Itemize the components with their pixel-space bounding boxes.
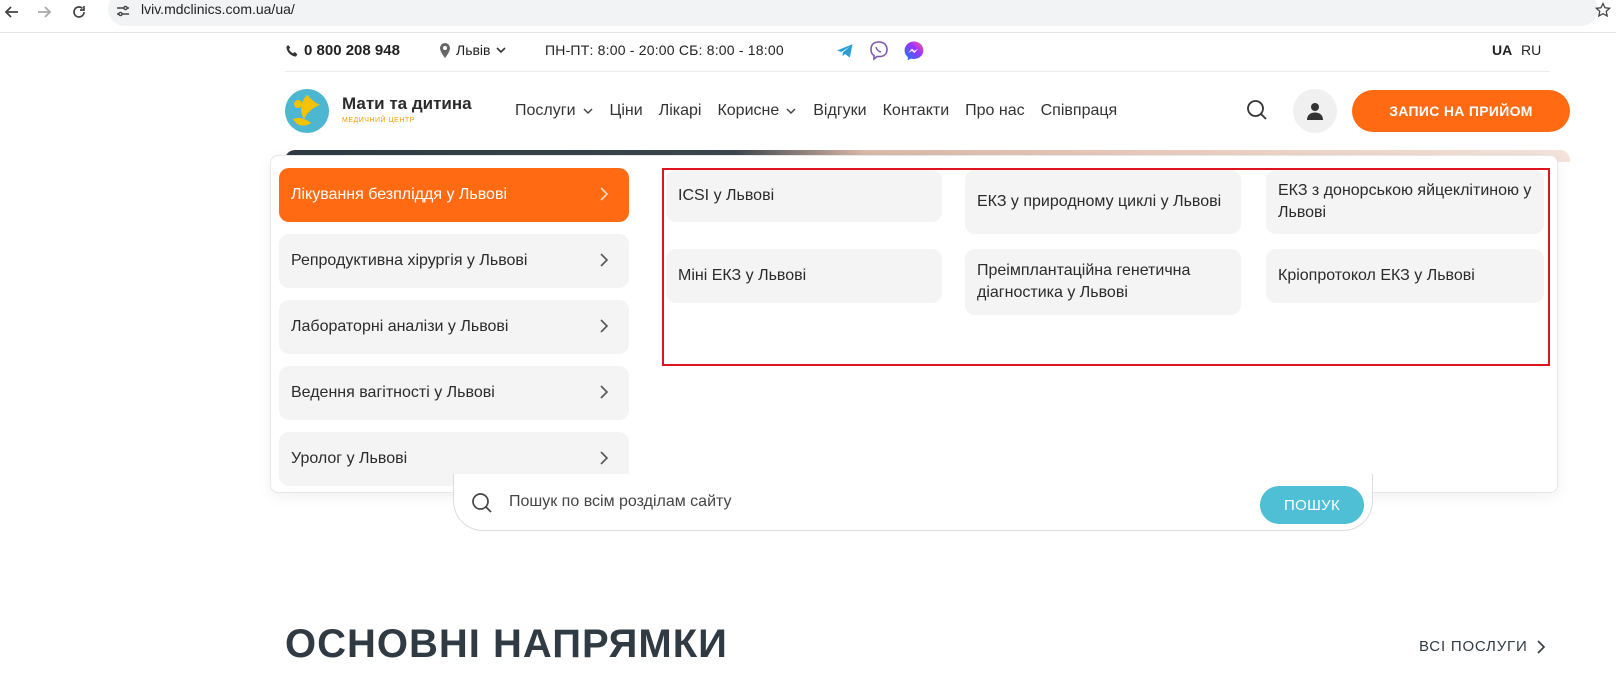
user-account-icon[interactable]: [1293, 89, 1337, 133]
menu-item-services[interactable]: Послуги: [515, 102, 594, 120]
category-lab-tests[interactable]: Лабораторні аналізи у Львові: [279, 300, 629, 354]
forward-arrow-icon[interactable]: [34, 2, 54, 22]
location-pin-icon: [440, 42, 450, 58]
messenger-icon[interactable]: [902, 39, 926, 63]
reload-icon[interactable]: [69, 2, 89, 22]
telegram-icon[interactable]: [833, 39, 857, 63]
menu-item-about[interactable]: Про нас: [965, 102, 1024, 120]
chevron-down-icon: [582, 108, 593, 115]
logo-icon[interactable]: [285, 89, 329, 133]
browser-toolbar: lviv.mdclinics.com.ua/ua/: [0, 0, 1616, 33]
chevron-right-icon: [595, 449, 613, 467]
chevron-right-icon: [595, 251, 613, 269]
phone-link[interactable]: 0 800 208 948: [285, 42, 400, 59]
highlight-frame: [662, 168, 1550, 366]
main-menu: Послуги Ціни Лікарі Корисне Відгуки Конт…: [515, 102, 1133, 120]
menu-item-useful[interactable]: Корисне: [717, 102, 797, 120]
menu-label: Відгуки: [813, 102, 867, 119]
book-appointment-button[interactable]: ЗАПИС НА ПРИЙОМ: [1352, 90, 1570, 132]
menu-label: Контакти: [882, 102, 950, 119]
site-info-icon[interactable]: [112, 0, 134, 22]
address-bar[interactable]: [108, 0, 1598, 26]
menu-item-cooperation[interactable]: Співпраця: [1041, 102, 1118, 120]
language-ru[interactable]: RU: [1521, 42, 1541, 58]
city-selector[interactable]: Львів: [439, 42, 507, 58]
menu-label: Співпраця: [1040, 102, 1118, 119]
menu-label: Корисне: [717, 102, 780, 119]
category-reproductive-surgery[interactable]: Репродуктивна хірургія у Львові: [279, 234, 629, 288]
category-pregnancy[interactable]: Ведення вагітності у Львові: [279, 366, 629, 420]
logo-title[interactable]: Мати та дитина: [342, 94, 472, 114]
search-icon[interactable]: [1235, 88, 1279, 132]
chevron-down-icon: [496, 47, 507, 54]
services-dropdown: Лікування безпліддя у Львові Репродуктив…: [270, 155, 1558, 493]
url-text[interactable]: lviv.mdclinics.com.ua/ua/: [141, 1, 295, 17]
phone-number: 0 800 208 948: [304, 42, 400, 59]
search-icon: [471, 492, 493, 514]
menu-label: Ціни: [609, 102, 643, 119]
menu-label: Послуги: [515, 102, 576, 119]
category-label: Репродуктивна хірургія у Львові: [291, 252, 528, 269]
chevron-right-icon: [1536, 639, 1545, 654]
chevron-right-icon: [595, 383, 613, 401]
site-header: Мати та дитина медичний центр Послуги Ці…: [285, 72, 1570, 150]
language-ua[interactable]: UA: [1492, 42, 1512, 58]
viber-icon[interactable]: [867, 39, 891, 63]
site-search-bar: Пошук по всім розділам сайту ПОШУК: [453, 474, 1373, 531]
working-hours: ПН-ПТ: 8:00 - 20:00 СБ: 8:00 - 18:00: [545, 42, 784, 58]
menu-item-prices[interactable]: Ціни: [610, 102, 643, 120]
phone-icon: [286, 44, 298, 57]
menu-item-reviews[interactable]: Відгуки: [813, 102, 866, 120]
logo-subtitle: медичний центр: [342, 117, 415, 124]
chevron-right-icon: [595, 317, 613, 335]
section-title: ОСНОВНІ НАПРЯМКИ: [285, 622, 728, 666]
city-label: Львів: [456, 42, 491, 58]
search-button[interactable]: ПОШУК: [1260, 486, 1364, 524]
all-services-label: ВСІ ПОСЛУГИ: [1419, 638, 1528, 655]
menu-label: Лікарі: [658, 102, 702, 119]
category-label: Лабораторні аналізи у Львові: [291, 318, 509, 335]
category-infertility[interactable]: Лікування безпліддя у Львові: [279, 168, 629, 222]
category-label: Уролог у Львові: [291, 450, 408, 467]
category-label: Ведення вагітності у Львові: [291, 384, 495, 401]
chevron-right-icon: [595, 185, 613, 203]
menu-item-contacts[interactable]: Контакти: [883, 102, 950, 120]
chevron-down-icon: [786, 108, 796, 115]
menu-label: Про нас: [965, 102, 1025, 119]
category-label: Лікування безпліддя у Львові: [291, 186, 507, 203]
back-arrow-icon[interactable]: [2, 2, 22, 22]
all-services-link[interactable]: ВСІ ПОСЛУГИ: [1419, 638, 1546, 655]
bookmark-star-icon[interactable]: [1593, 0, 1613, 20]
menu-item-doctors[interactable]: Лікарі: [659, 102, 702, 120]
search-input[interactable]: Пошук по всім розділам сайту: [509, 493, 732, 511]
top-info-bar: 0 800 208 948 Львів ПН-ПТ: 8:00 - 20:00 …: [285, 36, 1550, 72]
